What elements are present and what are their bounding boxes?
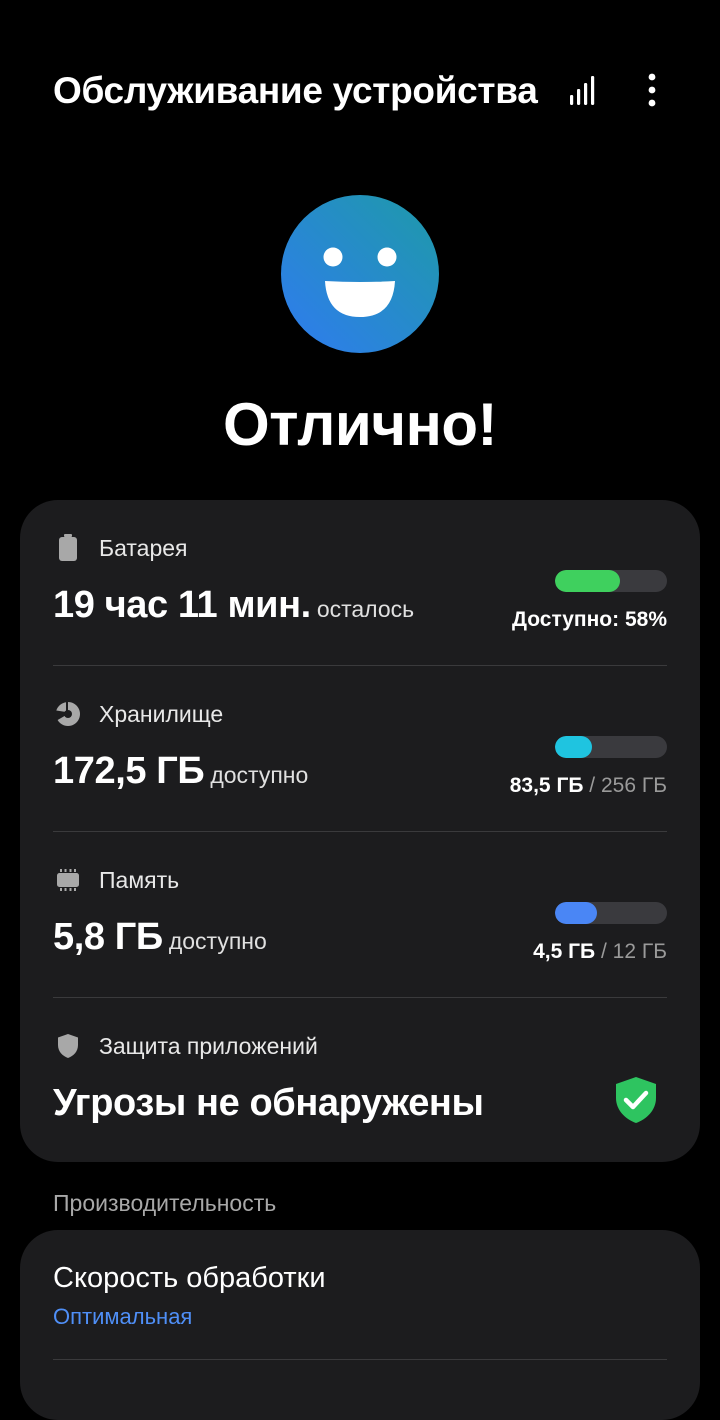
smiley-face-icon bbox=[281, 195, 439, 353]
more-options-button[interactable] bbox=[628, 66, 676, 114]
storage-available-value: 172,5 ГБ bbox=[53, 750, 205, 792]
memory-used: 4,5 ГБ bbox=[533, 940, 596, 963]
battery-row[interactable]: Батарея 19 час 11 мин. осталось Доступно… bbox=[20, 500, 700, 666]
divider bbox=[53, 1359, 667, 1360]
performance-section-header: Производительность bbox=[53, 1190, 277, 1216]
memory-separator: / bbox=[595, 940, 613, 963]
processing-speed-title: Скорость обработки bbox=[53, 1262, 326, 1294]
storage-progress-fill bbox=[555, 736, 592, 758]
storage-available-suffix: доступно bbox=[210, 762, 309, 788]
status-title: Отлично! bbox=[223, 391, 497, 458]
battery-progress-bar bbox=[555, 570, 667, 592]
memory-available-suffix: доступно bbox=[168, 928, 267, 954]
storage-row[interactable]: Хранилище 172,5 ГБ доступно 83,5 ГБ / 25… bbox=[20, 666, 700, 832]
processing-speed-value: Оптимальная bbox=[53, 1304, 193, 1329]
app-protection-row[interactable]: Защита приложений Угрозы не обнаружены bbox=[20, 998, 700, 1162]
storage-progress-bar bbox=[555, 736, 667, 758]
more-vertical-icon bbox=[648, 73, 656, 107]
storage-used: 83,5 ГБ bbox=[509, 774, 584, 797]
battery-icon bbox=[53, 533, 83, 563]
battery-label: Батарея bbox=[99, 534, 188, 561]
memory-progress-bar bbox=[555, 902, 667, 924]
signal-bars-icon bbox=[570, 76, 595, 105]
memory-available-value: 5,8 ГБ bbox=[53, 916, 163, 958]
memory-total: 12 ГБ bbox=[612, 940, 667, 963]
device-summary-card: Батарея 19 час 11 мин. осталось Доступно… bbox=[20, 500, 700, 1162]
performance-card: Скорость обработки Оптимальная bbox=[20, 1230, 700, 1420]
battery-progress-fill bbox=[555, 570, 620, 592]
storage-separator: / bbox=[583, 774, 601, 797]
memory-label: Память bbox=[99, 866, 180, 893]
storage-label: Хранилище bbox=[99, 700, 224, 727]
processing-speed-row[interactable]: Скорость обработки Оптимальная bbox=[20, 1230, 700, 1360]
storage-total: 256 ГБ bbox=[600, 774, 667, 797]
memory-progress-fill bbox=[555, 902, 597, 924]
app-protection-label: Защита приложений bbox=[99, 1032, 318, 1059]
pie-chart-icon bbox=[53, 699, 83, 729]
battery-available-text: Доступно: 58% bbox=[512, 608, 667, 631]
memory-chip-icon bbox=[53, 865, 83, 895]
battery-remaining-suffix: осталось bbox=[316, 596, 415, 622]
shield-icon bbox=[53, 1031, 83, 1061]
signal-bars-button[interactable] bbox=[560, 66, 608, 114]
page-title: Обслуживание устройства bbox=[53, 70, 538, 111]
battery-time-remaining: 19 час 11 мин. bbox=[53, 584, 311, 626]
memory-row[interactable]: Память 5,8 ГБ доступно 4,5 ГБ / 12 ГБ bbox=[20, 832, 700, 998]
shield-check-icon bbox=[616, 1077, 656, 1123]
app-header: Обслуживание устройства bbox=[0, 0, 720, 180]
threat-status-text: Угрозы не обнаружены bbox=[53, 1082, 484, 1124]
